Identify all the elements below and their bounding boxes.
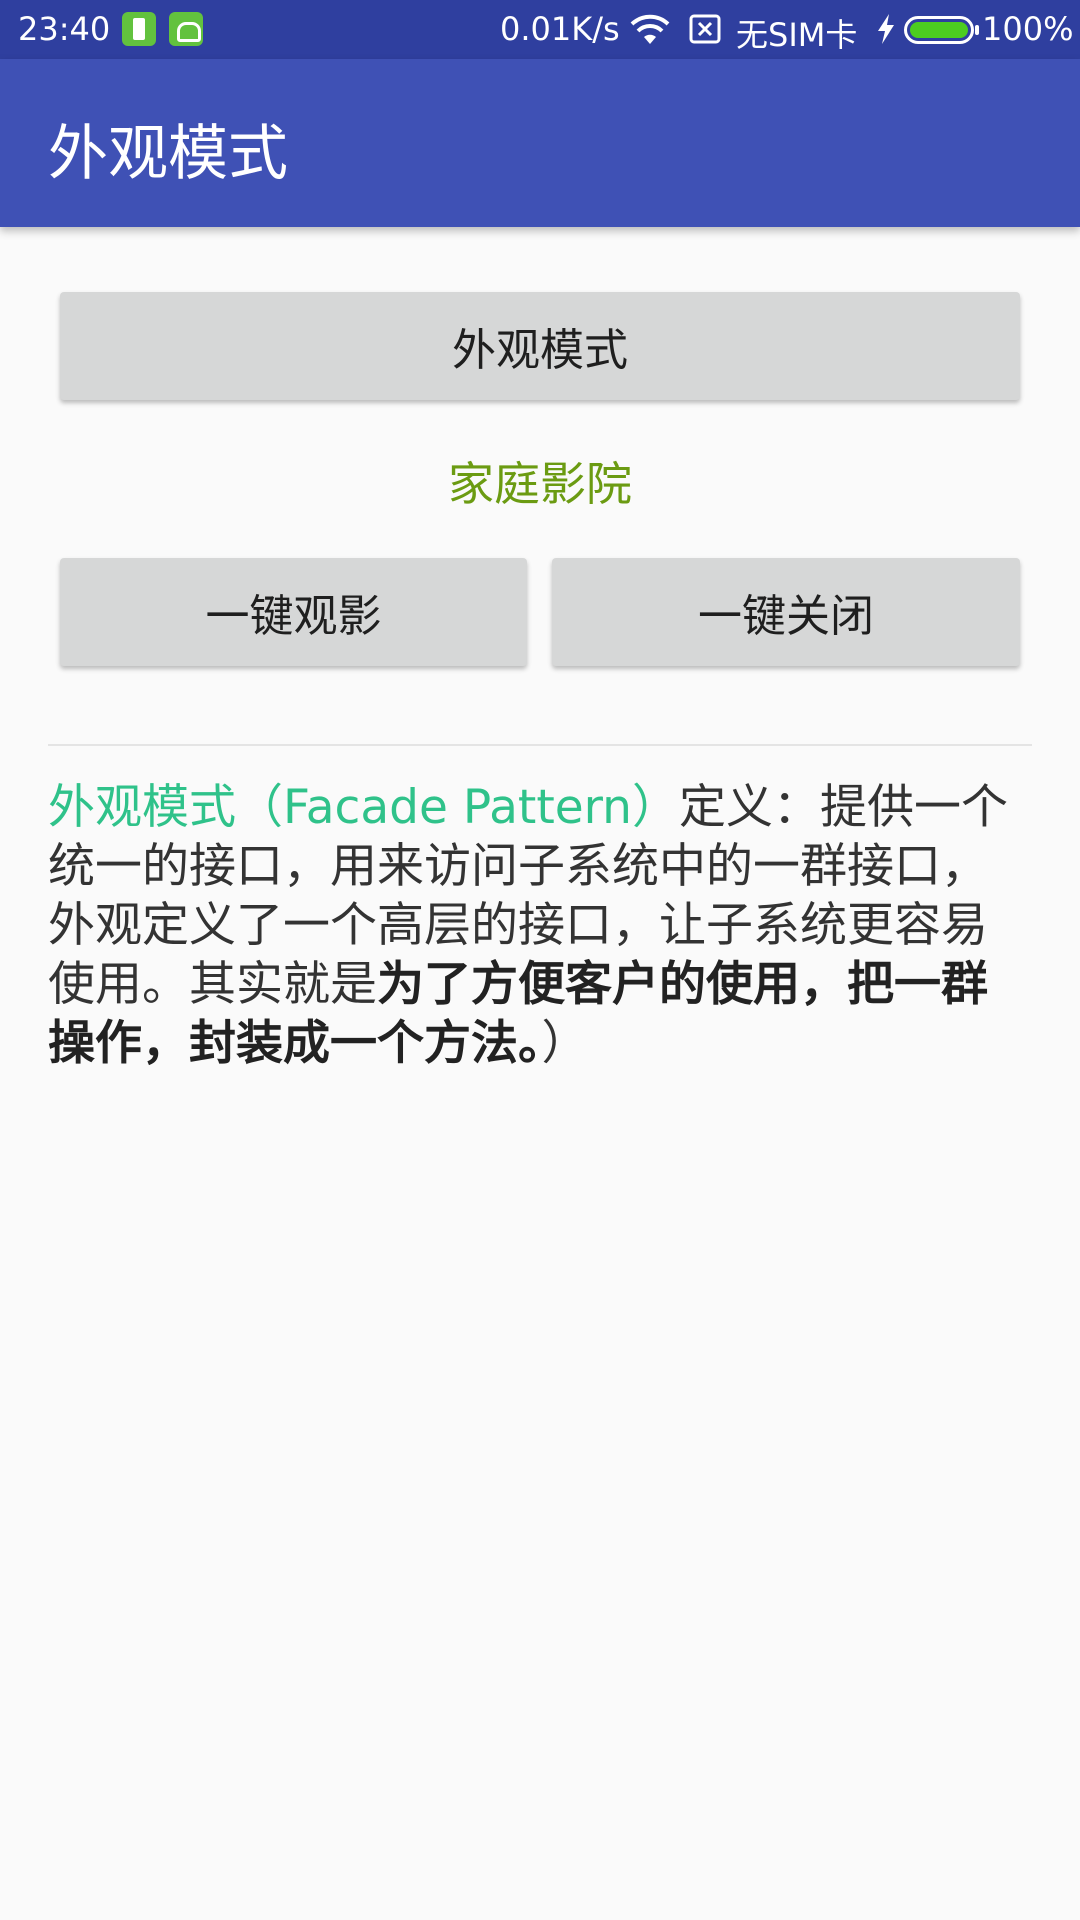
battery-app-icon [122, 12, 156, 46]
status-time: 23:40 [18, 10, 111, 48]
battery-icon [904, 16, 979, 44]
app-bar: 外观模式 [0, 59, 1080, 227]
android-app-icon [169, 12, 203, 46]
no-sim-icon [689, 14, 721, 44]
definition-closing: ） [541, 1016, 589, 1071]
wifi-icon [630, 14, 670, 44]
facade-pattern-button[interactable]: 外观模式 [60, 292, 1020, 400]
one-click-watch-button[interactable]: 一键观影 [60, 558, 527, 666]
charging-bolt-icon [878, 14, 894, 44]
home-theater-label: 家庭影院 [448, 457, 632, 511]
definition-term: 外观模式（Facade Pattern） [48, 780, 679, 835]
status-bar: 23:40 0.01K/s 无SIM卡 100% [0, 0, 1080, 59]
battery-fill [910, 22, 968, 38]
facade-pattern-button-label: 外观模式 [452, 325, 628, 376]
network-speed: 0.01K/s [500, 10, 620, 48]
facade-definition-text: 外观模式（Facade Pattern）定义：提供一个统一的接口，用来访问子系统… [48, 778, 1032, 1073]
divider [48, 744, 1032, 746]
sim-status: 无SIM卡 [736, 16, 858, 54]
one-click-close-button[interactable]: 一键关闭 [552, 558, 1020, 666]
one-click-watch-label: 一键观影 [205, 591, 382, 642]
one-click-close-label: 一键关闭 [698, 591, 874, 642]
battery-percent: 100% [982, 10, 1074, 48]
page-title: 外观模式 [48, 119, 288, 189]
